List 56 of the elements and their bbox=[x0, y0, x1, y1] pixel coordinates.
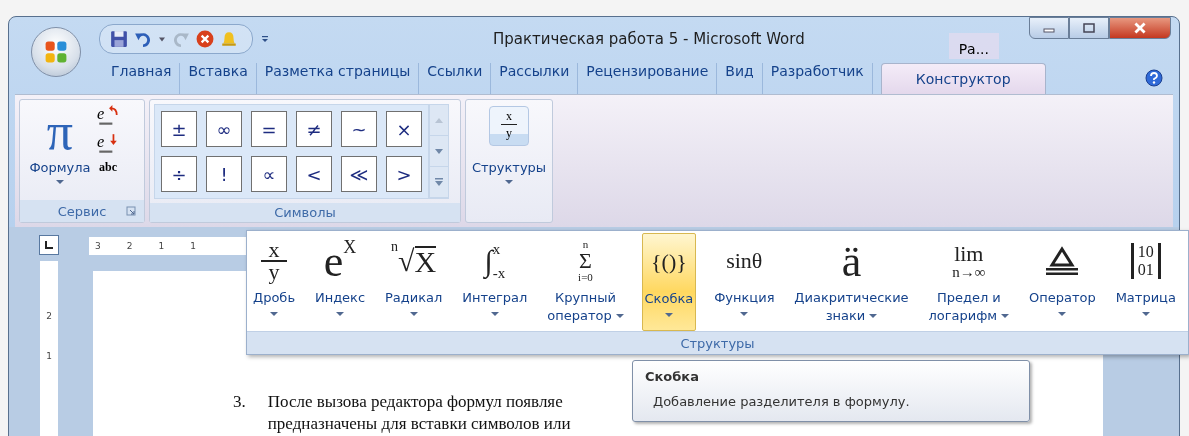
tab-selector-button[interactable] bbox=[39, 235, 59, 255]
office-button[interactable] bbox=[31, 27, 81, 77]
dialog-launcher-icon[interactable] bbox=[126, 206, 136, 216]
ribbon-tab[interactable]: Конструктор bbox=[880, 63, 1046, 94]
symbol-button[interactable]: ≪ bbox=[341, 156, 377, 192]
more-icon bbox=[435, 178, 443, 186]
scroll-down-button[interactable] bbox=[430, 136, 448, 167]
group-title: Символы bbox=[274, 205, 336, 220]
up-arrow-icon bbox=[435, 117, 443, 123]
group-title: Сервис bbox=[57, 203, 107, 219]
down-arrow-icon bbox=[435, 148, 443, 154]
paragraph-line: предназначены для вставки символов или bbox=[267, 413, 571, 435]
symbol-button[interactable]: < bbox=[296, 156, 332, 192]
symbol-button[interactable]: ! bbox=[206, 156, 242, 192]
structures-button[interactable]: x y Структуры bbox=[465, 99, 553, 223]
maximize-button[interactable] bbox=[1069, 17, 1109, 39]
close-button[interactable] bbox=[1109, 17, 1171, 39]
maximize-icon bbox=[1082, 23, 1096, 33]
window-title: Практическая работа 5 - Microsoft Word bbox=[491, 30, 806, 48]
symbol-button[interactable]: ~ bbox=[341, 111, 377, 147]
left-tab-icon bbox=[44, 240, 54, 250]
taskbar-tab[interactable]: Ра... bbox=[948, 33, 999, 59]
fraction-icon: x y bbox=[489, 106, 529, 146]
structure-button[interactable]: lim n→∞ Предел и логарифм bbox=[926, 233, 1012, 331]
close-icon bbox=[1132, 22, 1148, 34]
structure-button[interactable]: n Σ i=0 Крупный оператор bbox=[545, 233, 626, 331]
symbol-button[interactable]: ÷ bbox=[161, 156, 197, 192]
structure-button[interactable]: Оператор bbox=[1027, 233, 1098, 331]
structure-button[interactable]: ä Диакритические знаки bbox=[792, 233, 911, 331]
close-circle-icon[interactable] bbox=[196, 30, 214, 48]
symbol-button[interactable]: > bbox=[386, 156, 422, 192]
structure-button[interactable]: {()} Скобка bbox=[641, 233, 697, 331]
more-button[interactable] bbox=[430, 167, 448, 198]
help-icon[interactable] bbox=[1145, 69, 1163, 87]
office-logo-icon bbox=[43, 39, 69, 65]
symbol-button[interactable]: × bbox=[386, 111, 422, 147]
symbol-button[interactable]: ± bbox=[161, 111, 197, 147]
vertical-ruler: 2 1 bbox=[40, 261, 58, 436]
paragraph-line: После вызова редактора формул появляе bbox=[267, 391, 564, 413]
menu-title: Структуры bbox=[247, 331, 1188, 354]
structure-button[interactable]: 10 01 Матрица bbox=[1113, 233, 1178, 331]
formula-button[interactable]: π Формула bbox=[24, 104, 96, 196]
structure-button[interactable]: sinθ Функция bbox=[712, 233, 777, 331]
save-icon[interactable] bbox=[110, 30, 128, 48]
minimize-button[interactable] bbox=[1029, 17, 1069, 39]
caret-icon[interactable] bbox=[158, 35, 166, 43]
symbol-button[interactable]: ∞ bbox=[206, 111, 242, 147]
symbol-button[interactable]: ≠ bbox=[296, 111, 332, 147]
symbol-button[interactable]: = bbox=[251, 111, 287, 147]
customize-caret-icon[interactable] bbox=[261, 35, 269, 43]
symbol-button[interactable]: ∝ bbox=[251, 156, 287, 192]
list-number: 3. bbox=[233, 391, 246, 413]
normal-text-button[interactable]: abc bbox=[99, 160, 117, 175]
tooltip-title: Скобка bbox=[645, 369, 700, 384]
tooltip-text: Добавление разделителя в формулу. bbox=[652, 394, 911, 409]
undo-icon[interactable] bbox=[134, 30, 152, 48]
